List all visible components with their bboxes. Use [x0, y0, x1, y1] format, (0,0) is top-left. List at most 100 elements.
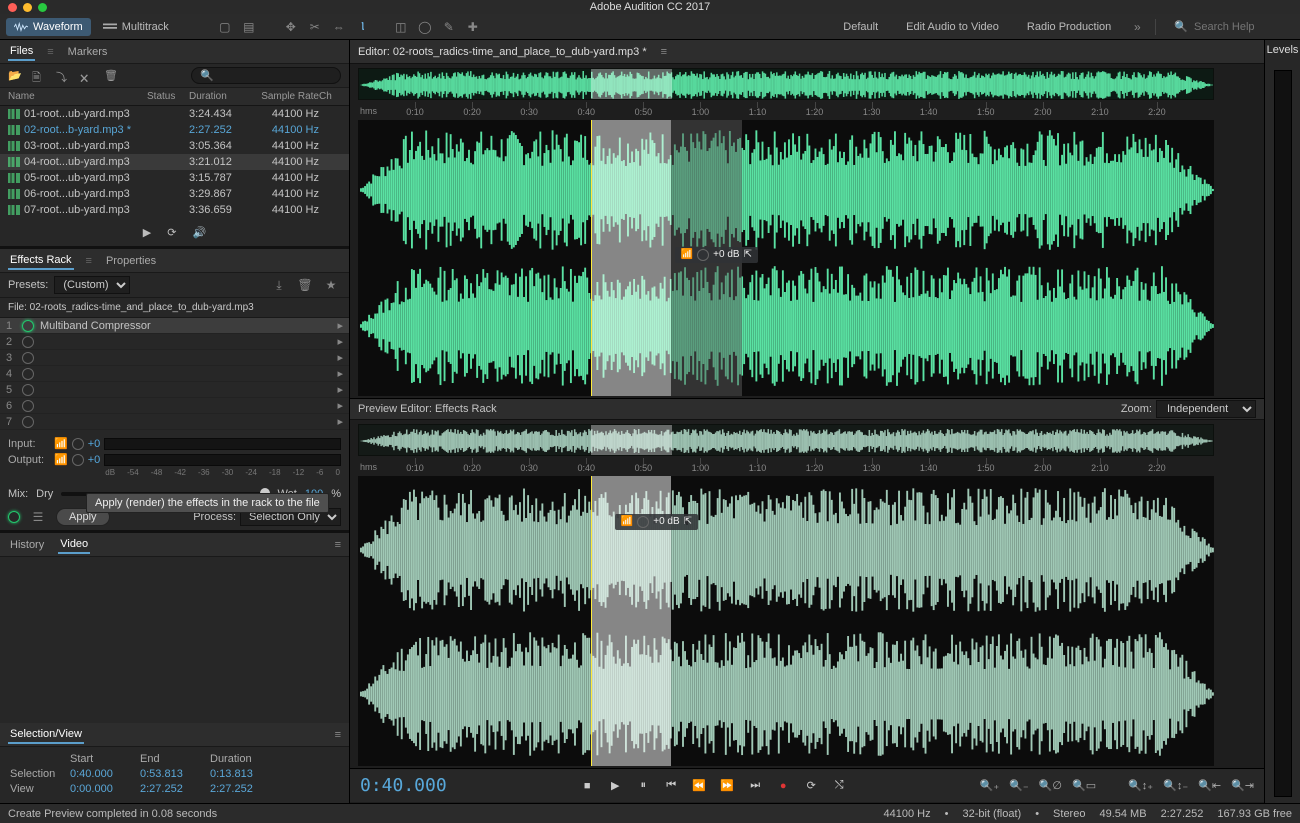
files-search-input[interactable] [218, 70, 332, 82]
col-channels[interactable]: Ch [319, 91, 341, 102]
search-help-input[interactable] [1194, 21, 1294, 33]
hud-power-toggle[interactable] [697, 249, 709, 261]
fx-slot[interactable]: 1 Multiband Compressor ▸ [0, 318, 349, 334]
zoom-select[interactable]: Independent [1156, 400, 1256, 418]
record-button[interactable]: ● [776, 779, 790, 793]
favorite-icon[interactable]: ★ [323, 277, 339, 293]
file-row[interactable]: 03-root...ub-yard.mp3 3:05.364 44100 Hz [0, 138, 349, 154]
tab-files[interactable]: Files [8, 43, 35, 61]
col-duration[interactable]: Duration [189, 91, 251, 102]
file-row[interactable]: 01-root...ub-yard.mp3 3:24.434 44100 Hz [0, 106, 349, 122]
mode-multitrack-button[interactable]: Multitrack [95, 18, 177, 36]
timecode[interactable]: 0:40.000 [360, 775, 447, 796]
pause-button[interactable]: ⏸ [636, 779, 650, 793]
chevron-right-icon[interactable]: ▸ [337, 367, 343, 380]
panel-menu-icon[interactable]: ≡ [661, 46, 667, 58]
zoom-out-h-icon[interactable]: 🔍₋ [1009, 779, 1029, 792]
file-row[interactable]: 04-root...ub-yard.mp3 3:21.012 44100 Hz [0, 154, 349, 170]
panel-menu-icon[interactable]: ≡ [335, 729, 341, 741]
fx-slot[interactable]: 4 ▸ [0, 366, 349, 382]
search-help[interactable]: 🔍 [1174, 20, 1294, 33]
files-search[interactable]: 🔍 [191, 67, 341, 84]
panel-menu-icon[interactable]: ≡ [335, 539, 341, 551]
zoom-in-v-icon[interactable]: 🔍↕₊ [1128, 779, 1153, 792]
tab-history[interactable]: History [8, 537, 46, 553]
loop-button[interactable]: ⟳ [804, 779, 818, 793]
close-file-icon[interactable]: 🗙 [80, 69, 94, 83]
panel-menu-icon[interactable]: ≡ [86, 255, 92, 267]
panel-menu-icon[interactable]: ≡ [47, 46, 53, 58]
chevron-right-icon[interactable]: ▸ [337, 335, 343, 348]
overview-selection[interactable] [591, 69, 671, 99]
close-icon[interactable] [8, 3, 17, 12]
playhead[interactable] [591, 120, 592, 396]
waveform-main[interactable]: 📶 +0 dB ⇱ dB-3-6-9-15-21--21-15-9-6-3dB … [358, 120, 1214, 396]
gain-hud[interactable]: 📶 +0 dB ⇱ [615, 514, 698, 530]
tool-heal-icon[interactable]: ✚ [465, 19, 481, 35]
skip-sel-button[interactable]: ⤭ [832, 779, 846, 793]
loop-icon[interactable]: ⟳ [167, 226, 176, 239]
go-end-button[interactable]: ⏭ [748, 779, 762, 793]
presets-select[interactable]: (Custom) [54, 276, 130, 294]
tool-brush-icon[interactable]: ✎ [441, 19, 457, 35]
trash-icon[interactable]: 🗑 [104, 69, 118, 83]
sv-sel-dur[interactable]: 0:13.813 [210, 768, 280, 780]
file-row[interactable]: 05-root...ub-yard.mp3 3:15.787 44100 Hz [0, 170, 349, 186]
tab-selection-view[interactable]: Selection/View [8, 726, 84, 744]
timeline-preview[interactable]: hms 0:100:200:300:400:501:001:101:201:30… [358, 458, 1214, 476]
zoom-out-v-icon[interactable]: 🔍↕₋ [1163, 779, 1188, 792]
hud-pin-icon[interactable]: ⇱ [684, 516, 692, 527]
go-start-button[interactable]: ⏮ [664, 779, 678, 793]
play-button[interactable]: ▶ [608, 779, 622, 793]
sv-view-dur[interactable]: 2:27.252 [210, 783, 280, 795]
workspace-overflow-icon[interactable]: » [1129, 19, 1145, 35]
play-icon[interactable]: ▶ [143, 226, 151, 239]
new-file-icon[interactable]: 🗎 [32, 69, 46, 83]
col-status[interactable]: Status [147, 91, 189, 102]
zoom-reset-icon[interactable]: 🔍∅ [1039, 779, 1062, 792]
tab-levels[interactable]: Levels [1267, 44, 1299, 56]
forward-button[interactable]: ⏩ [720, 779, 734, 793]
sv-sel-end[interactable]: 0:53.813 [140, 768, 210, 780]
autoplay-icon[interactable]: 🔊 [192, 226, 206, 239]
fx-slot[interactable]: 6 ▸ [0, 398, 349, 414]
overview-selection[interactable] [591, 425, 671, 455]
fx-power-toggle[interactable] [22, 352, 34, 364]
sv-view-start[interactable]: 0:00.000 [70, 783, 140, 795]
chevron-right-icon[interactable]: ▸ [337, 319, 343, 332]
rack-list-icon[interactable]: ☰ [30, 509, 46, 525]
tool-move-icon[interactable]: ✥ [283, 19, 299, 35]
rewind-button[interactable]: ⏪ [692, 779, 706, 793]
input-gain[interactable]: +0 [88, 438, 101, 450]
overview-main[interactable] [358, 68, 1214, 100]
fx-slot[interactable]: 7 ▸ [0, 414, 349, 430]
fx-power-toggle[interactable] [22, 416, 34, 428]
waveform-preview[interactable]: 📶 +0 dB ⇱ dB-3-6-9-15-21--21-15-9-6-3dB … [358, 476, 1214, 766]
tab-properties[interactable]: Properties [104, 253, 158, 269]
fx-slot[interactable]: 2 ▸ [0, 334, 349, 350]
zoom-sel-in-icon[interactable]: 🔍⇤ [1198, 779, 1221, 792]
fx-slot[interactable]: 3 ▸ [0, 350, 349, 366]
output-gain[interactable]: +0 [88, 454, 101, 466]
save-preset-icon[interactable]: ⤓ [271, 277, 287, 293]
input-power-toggle[interactable] [72, 438, 84, 450]
fx-power-toggle[interactable] [22, 368, 34, 380]
tool-spectral-toggle-icon[interactable]: ▤ [241, 19, 257, 35]
chevron-right-icon[interactable]: ▸ [337, 399, 343, 412]
fx-power-toggle[interactable] [22, 336, 34, 348]
timeline-main[interactable]: hms 0:100:200:300:400:501:001:101:201:30… [358, 102, 1214, 120]
tool-lasso-icon[interactable]: ◯ [417, 19, 433, 35]
stop-button[interactable]: ■ [580, 779, 594, 793]
col-samplerate[interactable]: Sample Rate [251, 91, 319, 102]
minimize-icon[interactable] [23, 3, 32, 12]
tool-razor-icon[interactable]: ✂ [307, 19, 323, 35]
file-row[interactable]: 06-root...ub-yard.mp3 3:29.867 44100 Hz [0, 186, 349, 202]
sv-view-end[interactable]: 2:27.252 [140, 783, 210, 795]
selection-range[interactable] [591, 120, 671, 396]
hud-gain-value[interactable]: +0 dB [653, 516, 679, 527]
chevron-right-icon[interactable]: ▸ [337, 351, 343, 364]
workspace-radio[interactable]: Radio Production [1015, 17, 1123, 37]
zoom-sel-out-icon[interactable]: 🔍⇥ [1231, 779, 1254, 792]
fx-power-toggle[interactable] [22, 384, 34, 396]
tab-markers[interactable]: Markers [66, 44, 110, 60]
